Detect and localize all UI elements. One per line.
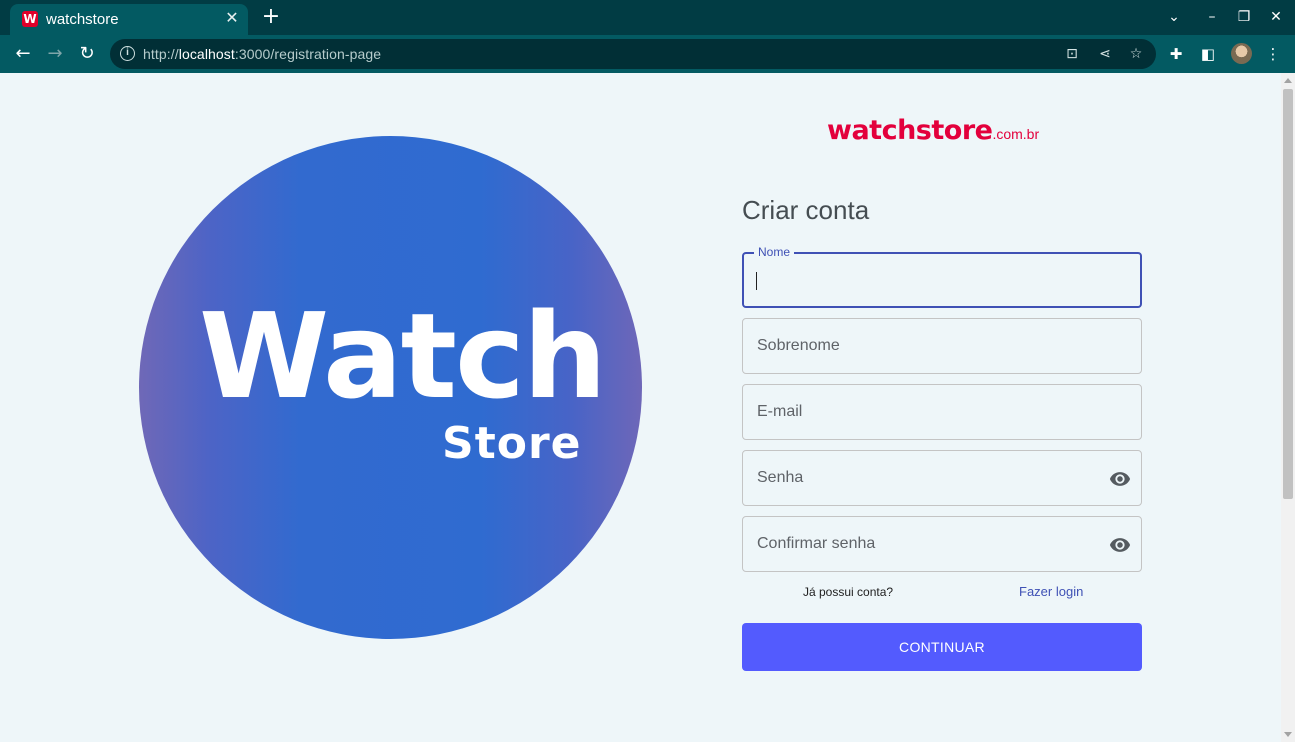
last-name-field[interactable] xyxy=(742,318,1142,374)
back-icon[interactable]: ← xyxy=(11,42,35,66)
site-info-icon[interactable]: i xyxy=(120,46,135,61)
url-text[interactable]: http://localhost:3000/registration-page xyxy=(143,46,381,62)
window-close-icon[interactable]: ✕ xyxy=(1266,7,1286,27)
browser-tab-bar: W watchstore ✕ + ⌄ – ❐ ✕ xyxy=(0,0,1295,35)
hero-logo-circle: Watch Store xyxy=(139,136,642,639)
continue-button[interactable]: CONTINUAR xyxy=(742,623,1142,671)
reload-icon[interactable]: ↻ xyxy=(75,42,99,66)
brand-tld: .com.br xyxy=(992,126,1040,142)
last-name-input[interactable] xyxy=(743,319,1141,373)
share-icon[interactable]: ⋖ xyxy=(1095,44,1115,64)
scroll-thumb[interactable] xyxy=(1283,89,1293,499)
email-input[interactable] xyxy=(743,385,1141,439)
hero-logo-word-store: Store xyxy=(442,418,582,469)
menu-kebab-icon[interactable]: ⋮ xyxy=(1263,44,1283,64)
browser-toolbar: ← → ↻ i http://localhost:3000/registrati… xyxy=(0,35,1295,73)
translate-icon[interactable]: ⊡ xyxy=(1062,44,1082,64)
brand-logo: watchstore.com.br xyxy=(827,115,1039,146)
email-field[interactable] xyxy=(742,384,1142,440)
bookmark-star-icon[interactable]: ☆ xyxy=(1126,44,1146,64)
address-bar[interactable]: i http://localhost:3000/registration-pag… xyxy=(110,39,1156,69)
extensions-icon[interactable]: ✚ xyxy=(1166,44,1186,64)
page-scrollbar[interactable] xyxy=(1281,73,1295,742)
have-account-text: Já possui conta? xyxy=(803,585,894,599)
password-input[interactable] xyxy=(743,451,1141,505)
url-path: :3000/registration-page xyxy=(234,46,382,62)
restore-icon[interactable]: ❐ xyxy=(1234,7,1254,27)
scroll-down-arrow-icon[interactable] xyxy=(1284,732,1292,737)
page-title: Criar conta xyxy=(742,195,870,225)
browser-tab[interactable]: W watchstore ✕ xyxy=(10,4,248,35)
show-confirm-password-eye-icon[interactable] xyxy=(1109,534,1131,556)
first-name-input[interactable] xyxy=(744,254,1140,306)
show-password-eye-icon[interactable] xyxy=(1109,468,1131,490)
first-name-field[interactable]: Nome xyxy=(742,244,1142,308)
favicon-icon: W xyxy=(22,11,38,27)
forward-icon[interactable]: → xyxy=(43,42,67,66)
tab-close-icon[interactable]: ✕ xyxy=(222,8,242,28)
login-link[interactable]: Fazer login xyxy=(1019,584,1083,599)
tab-title: watchstore xyxy=(46,11,119,28)
brand-name: watchstore xyxy=(827,115,993,146)
profile-avatar[interactable] xyxy=(1231,43,1252,64)
side-panel-icon[interactable]: ◧ xyxy=(1198,44,1218,64)
new-tab-icon[interactable]: + xyxy=(260,6,282,28)
text-caret xyxy=(756,272,757,290)
minimize-icon[interactable]: – xyxy=(1202,7,1222,27)
url-host: localhost xyxy=(178,46,235,62)
tab-search-icon[interactable]: ⌄ xyxy=(1164,7,1184,27)
hero-logo-word-watch: Watch xyxy=(199,287,607,425)
confirm-password-input[interactable] xyxy=(743,517,1141,571)
scroll-up-arrow-icon[interactable] xyxy=(1284,78,1292,83)
password-field[interactable] xyxy=(742,450,1142,506)
confirm-password-field[interactable] xyxy=(742,516,1142,572)
registration-page: Watch Store watchstore.com.br Criar cont… xyxy=(0,73,1281,742)
url-prefix: http:// xyxy=(143,46,179,62)
